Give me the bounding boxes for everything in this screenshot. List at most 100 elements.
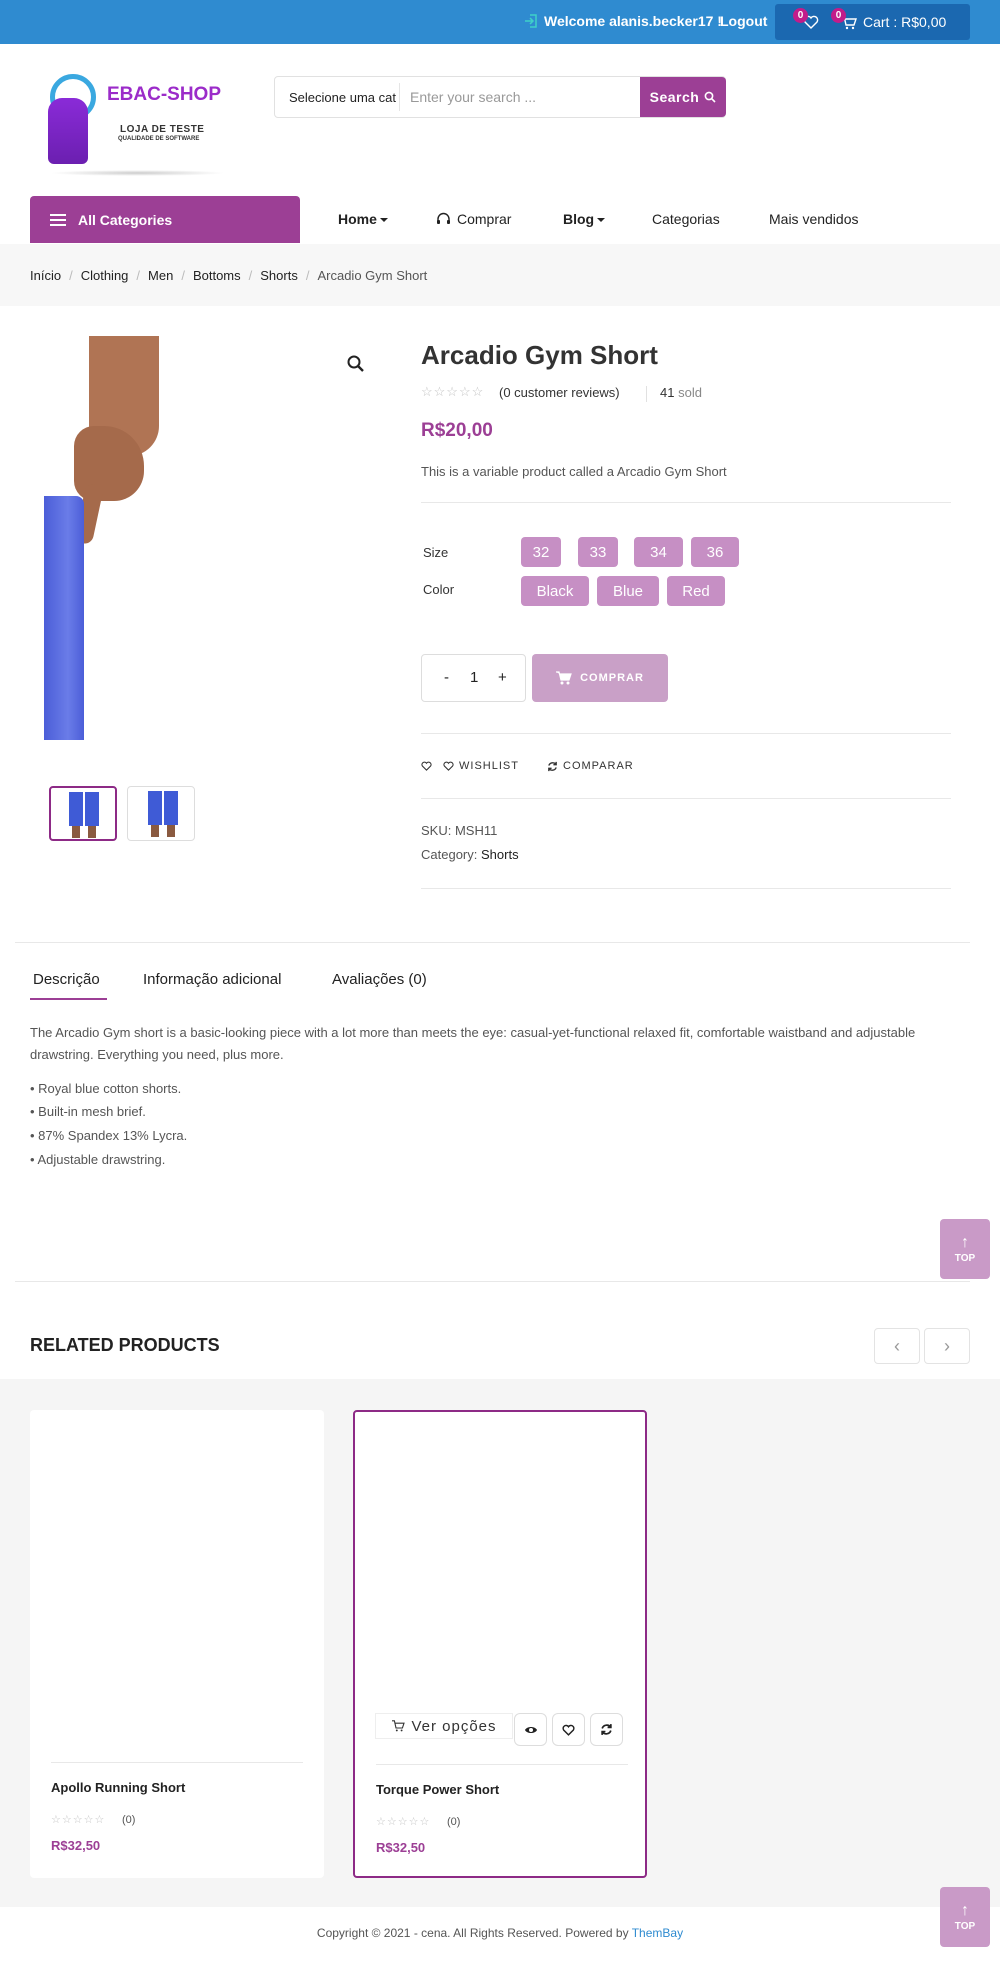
menu-icon — [50, 213, 66, 226]
breadcrumb-bottoms[interactable]: Bottoms — [193, 268, 241, 283]
product-thumbnail-1[interactable] — [49, 786, 117, 841]
breadcrumb-separator: / — [136, 268, 141, 283]
related-next-button[interactable]: › — [924, 1328, 970, 1364]
search-input[interactable] — [410, 83, 640, 111]
card-product-name[interactable]: Apollo Running Short — [51, 1780, 185, 1795]
product-card[interactable]: Ver opções Torque Power Short ☆☆☆☆☆ (0) … — [353, 1410, 647, 1878]
nav-comprar[interactable]: Comprar — [436, 211, 511, 227]
sku-value: MSH11 — [454, 823, 498, 838]
breadcrumb-inicio[interactable]: Início — [30, 268, 61, 283]
scroll-to-top-label: TOP — [954, 1252, 976, 1264]
arrow-up-icon: ↑ — [961, 1901, 969, 1919]
breadcrumb-men[interactable]: Men — [148, 268, 173, 283]
size-swatch-32[interactable]: 32 — [521, 537, 561, 567]
sku-label: SKU: — [421, 823, 452, 838]
all-categories-button[interactable]: All Categories — [30, 196, 300, 243]
active-tab-indicator — [30, 998, 107, 1000]
heart-icon — [443, 761, 454, 771]
sold-label: sold — [678, 385, 702, 400]
thumbnail-skin — [88, 826, 96, 838]
product-thumbnail-2[interactable] — [127, 786, 195, 841]
description-bullet: • Adjustable drawstring. — [30, 1152, 166, 1167]
welcome-text: Welcome alanis.becker17 ! — [544, 13, 722, 29]
tab-avaliacoes[interactable]: Avaliações (0) — [332, 971, 427, 988]
category-link[interactable]: Shorts — [481, 847, 519, 862]
nav-mais-vendidos[interactable]: Mais vendidos — [769, 211, 859, 227]
cart-total[interactable]: Cart : R$0,00 — [863, 14, 946, 30]
quick-view-button[interactable] — [514, 1713, 547, 1746]
product-main-image[interactable] — [44, 336, 184, 740]
color-swatch-red[interactable]: Red — [667, 576, 725, 606]
cart-box[interactable]: 0 0 Cart : R$0,00 — [775, 4, 970, 40]
size-label: Size — [423, 545, 449, 560]
search-category-select[interactable]: Selecione uma cat — [289, 90, 396, 105]
sold-count: 41 sold — [660, 385, 702, 400]
breadcrumb-shorts[interactable]: Shorts — [260, 268, 298, 283]
nav-home[interactable]: Home — [338, 211, 388, 227]
thumbnail-leg — [148, 791, 162, 825]
category-label: Category: — [421, 847, 478, 862]
footer-powered-by-link[interactable]: ThemBay — [632, 1926, 683, 1940]
breadcrumb-separator: / — [181, 268, 185, 283]
refresh-icon — [548, 761, 557, 771]
color-swatch-blue[interactable]: Blue — [597, 576, 659, 606]
cart-count-badge: 0 — [831, 8, 846, 23]
caret-down-icon — [597, 218, 606, 223]
scroll-to-top-button[interactable]: ↑ TOP — [940, 1219, 990, 1279]
divider — [15, 1281, 970, 1282]
thumbnail-skin — [167, 825, 175, 837]
card-rating-stars: ☆☆☆☆☆ — [51, 1814, 106, 1826]
size-swatch-34[interactable]: 34 — [634, 537, 683, 567]
quantity-decrease-button[interactable]: - — [444, 669, 449, 686]
card-price: R$32,50 — [51, 1838, 101, 1853]
product-title: Arcadio Gym Short — [421, 340, 658, 370]
logo-name: EBAC-SHOP — [107, 84, 222, 105]
divider — [421, 502, 951, 503]
eye-icon — [524, 1726, 537, 1733]
breadcrumb-clothing[interactable]: Clothing — [81, 268, 129, 283]
sku-line: SKU: MSH11 — [421, 823, 497, 838]
image-shorts — [44, 496, 84, 740]
customer-reviews-link[interactable]: (0 customer reviews) — [499, 385, 620, 400]
caret-down-icon — [379, 218, 388, 223]
view-options-button[interactable]: Ver opções — [375, 1713, 513, 1739]
quantity-stepper: - 1 + — [421, 654, 526, 702]
related-prev-button[interactable]: ‹ — [874, 1328, 920, 1364]
add-to-wishlist-button[interactable] — [552, 1713, 585, 1746]
tab-informacao-adicional[interactable]: Informação adicional — [143, 971, 281, 988]
logo-hand-graphic — [48, 98, 88, 164]
zoom-icon[interactable] — [346, 354, 366, 380]
quantity-value[interactable]: 1 — [470, 669, 478, 686]
card-product-name[interactable]: Torque Power Short — [376, 1782, 499, 1797]
view-options-label: Ver opções — [411, 1717, 497, 1735]
breadcrumb-separator: / — [248, 268, 253, 283]
nav-comprar-label: Comprar — [457, 211, 512, 227]
product-card[interactable]: Apollo Running Short ☆☆☆☆☆ (0) R$32,50 — [30, 1410, 324, 1878]
thumbnail-leg — [69, 792, 83, 826]
tab-descricao[interactable]: Descrição — [33, 971, 100, 988]
card-review-count: (0) — [447, 1816, 461, 1828]
color-swatch-black[interactable]: Black — [521, 576, 589, 606]
login-icon — [525, 14, 537, 28]
breadcrumb-current: Arcadio Gym Short — [317, 268, 428, 283]
compare-button[interactable] — [590, 1713, 623, 1746]
compare-link[interactable]: COMPARAR — [547, 760, 634, 772]
footer: Copyright © 2021 - cena. All Rights Rese… — [0, 1926, 1000, 1940]
arrow-up-icon: ↑ — [961, 1233, 969, 1251]
size-swatch-36[interactable]: 36 — [691, 537, 739, 567]
welcome-message: Welcome alanis.becker17 ! — [524, 13, 722, 29]
wishlist-link[interactable]: WISHLIST — [421, 760, 519, 772]
nav-blog[interactable]: Blog — [563, 211, 606, 227]
search-button[interactable]: Search — [640, 77, 726, 117]
size-swatch-33[interactable]: 33 — [578, 537, 618, 567]
divider — [15, 942, 970, 943]
thumbnail-leg — [164, 791, 178, 825]
add-to-cart-button[interactable]: COMPRAR — [532, 654, 668, 702]
logout-link[interactable]: Logout — [720, 13, 767, 29]
quantity-increase-button[interactable]: + — [498, 669, 507, 686]
sold-divider — [646, 386, 647, 402]
search-divider — [399, 83, 400, 111]
nav-categorias[interactable]: Categorias — [652, 211, 720, 227]
description-bullet: • Royal blue cotton shorts. — [30, 1081, 182, 1096]
breadcrumb-separator: / — [305, 268, 310, 283]
